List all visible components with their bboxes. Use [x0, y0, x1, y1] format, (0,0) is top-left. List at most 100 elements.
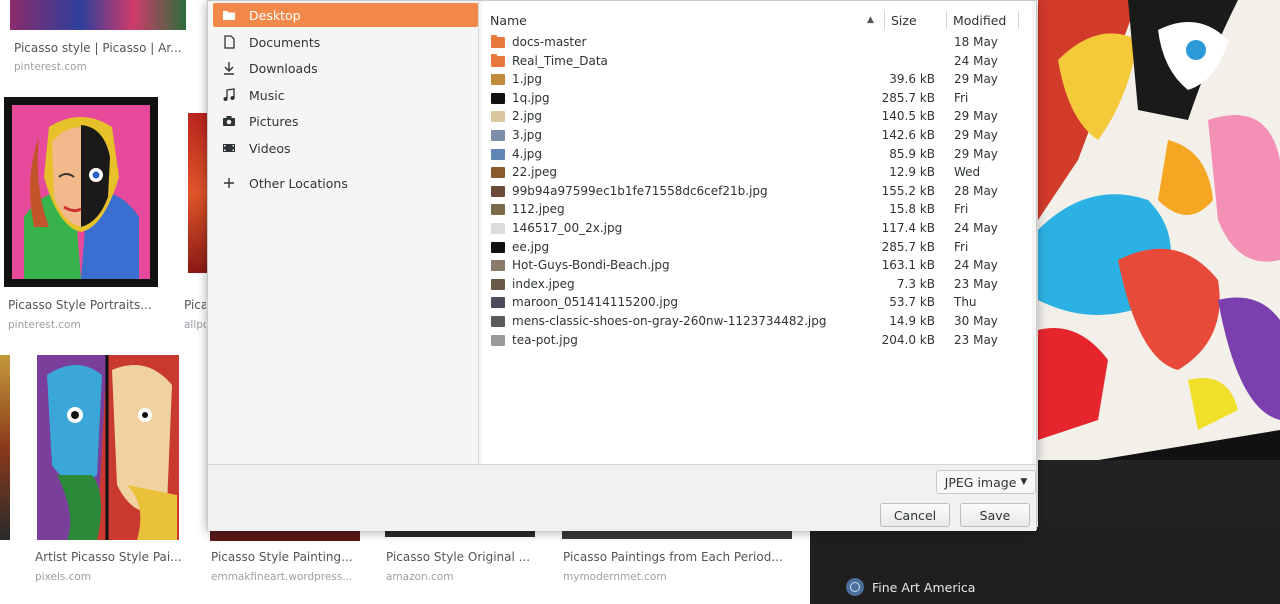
- file-name: tea-pot.jpg: [512, 332, 578, 347]
- file-row[interactable]: 1.jpg 39.6 kB 29 May: [482, 71, 1032, 89]
- sidebar-item-label: Desktop: [249, 7, 301, 23]
- result-caption-1[interactable]: Picasso style | Picasso | Ar...: [14, 41, 194, 55]
- sidebar-item-other-locations[interactable]: Other Locations: [213, 171, 478, 195]
- result-thumbnail-7[interactable]: [562, 531, 792, 539]
- result-source-5: emmakfineart.wordpress...: [211, 571, 353, 583]
- file-row[interactable]: docs-master 18 May: [482, 34, 1032, 52]
- file-row[interactable]: ee.jpg 285.7 kB Fri: [482, 239, 1032, 257]
- file-name: 4.jpg: [512, 146, 543, 161]
- column-header-size[interactable]: Size: [891, 9, 917, 31]
- file-name: ee.jpg: [512, 239, 550, 254]
- result-thumbnail-6[interactable]: [385, 531, 535, 537]
- image-file-icon: [491, 74, 505, 86]
- file-row[interactable]: Hot-Guys-Bondi-Beach.jpg 163.1 kB 24 May: [482, 257, 1032, 275]
- file-row[interactable]: 1q.jpg 285.7 kB Fri: [482, 90, 1032, 108]
- file-row[interactable]: 146517_00_2x.jpg 117.4 kB 24 May: [482, 220, 1032, 238]
- file-row[interactable]: 2.jpg 140.5 kB 29 May: [482, 108, 1032, 126]
- result-thumbnail-2[interactable]: [4, 97, 158, 287]
- chevron-down-icon: ▼: [1020, 477, 1028, 487]
- image-file-icon: [491, 260, 505, 272]
- cancel-button[interactable]: Cancel: [880, 503, 950, 527]
- save-file-dialog: Desktop Documents Downloads Music Pictur…: [207, 0, 1037, 531]
- file-row[interactable]: tea-pot.jpg 204.0 kB 23 May: [482, 332, 1032, 350]
- sidebar-item-pictures[interactable]: Pictures: [213, 109, 478, 133]
- image-file-icon: [491, 148, 505, 160]
- file-modified: 30 May: [954, 314, 998, 328]
- result-caption-4[interactable]: Artist Picasso Style Pai...: [35, 550, 185, 564]
- image-file-icon: [491, 130, 505, 141]
- result-caption-3[interactable]: Pica: [184, 298, 206, 312]
- result-caption-2[interactable]: Picasso Style Portraits...: [8, 298, 168, 312]
- column-divider[interactable]: [884, 11, 885, 29]
- image-file-icon: [491, 316, 505, 327]
- file-row[interactable]: 3.jpg 142.6 kB 29 May: [482, 127, 1032, 145]
- image-file-icon: [491, 111, 505, 123]
- column-divider[interactable]: [1018, 11, 1019, 29]
- column-header-modified[interactable]: Modified: [953, 9, 1006, 31]
- file-row[interactable]: 112.jpeg 15.8 kB Fri: [482, 201, 1032, 219]
- result-source-2: pinterest.com: [8, 319, 81, 331]
- column-name-label: Name: [490, 12, 527, 28]
- preview-source-link[interactable]: Fine Art America: [846, 578, 975, 596]
- preview-source-label: Fine Art America: [872, 579, 976, 595]
- music-icon: [221, 87, 237, 103]
- file-modified: Thu: [954, 295, 977, 310]
- image-file-icon: [491, 204, 505, 216]
- file-modified: Fri: [954, 239, 969, 254]
- sidebar-item-documents[interactable]: Documents: [213, 30, 478, 54]
- result-thumbnail-4[interactable]: [37, 355, 179, 540]
- sidebar-item-downloads[interactable]: Downloads: [213, 56, 478, 80]
- file-size: 14.9 kB: [889, 314, 935, 328]
- video-icon: [221, 140, 237, 156]
- sidebar-item-music[interactable]: Music: [213, 83, 478, 107]
- file-modified: 23 May: [954, 332, 998, 347]
- file-modified: Fri: [954, 90, 969, 105]
- sidebar-item-videos[interactable]: Videos: [213, 136, 478, 160]
- sidebar-item-label: Music: [249, 87, 285, 103]
- file-name: 3.jpg: [512, 128, 543, 142]
- result-thumbnail-3[interactable]: [188, 113, 208, 273]
- file-row[interactable]: index.jpeg 7.3 kB 23 May: [482, 276, 1032, 294]
- file-list[interactable]: Name ▲ Size Modified docs-master 18 May Re…: [482, 1, 1032, 464]
- file-row[interactable]: 4.jpg 85.9 kB 29 May: [482, 146, 1032, 164]
- save-button[interactable]: Save: [960, 503, 1030, 527]
- file-row[interactable]: mens-classic-shoes-on-gray-260nw-1123734…: [482, 313, 1032, 331]
- sort-ascending-icon[interactable]: ▲: [867, 9, 874, 31]
- file-size: 204.0 kB: [881, 332, 935, 347]
- sidebar-item-label: Other Locations: [249, 175, 348, 191]
- result-thumbnail-sliver: [0, 355, 10, 540]
- plus-icon: [221, 175, 237, 191]
- file-modified: 24 May: [954, 258, 998, 273]
- result-thumbnail-5[interactable]: [210, 531, 360, 541]
- sidebar-item-desktop[interactable]: Desktop: [213, 3, 478, 27]
- file-row[interactable]: 22.jpeg 12.9 kB Wed: [482, 164, 1032, 182]
- file-size: 163.1 kB: [881, 258, 935, 273]
- file-modified: 29 May: [954, 72, 998, 87]
- image-file-icon: [491, 297, 505, 309]
- result-source-7: mymodernmet.com: [563, 571, 667, 583]
- result-caption-6[interactable]: Picasso Style Original ...: [386, 550, 536, 564]
- image-file-icon: [491, 223, 505, 234]
- file-modified: 29 May: [954, 109, 998, 124]
- result-caption-5[interactable]: Picasso Style Painting...: [211, 550, 361, 564]
- folder-icon: [221, 7, 237, 23]
- file-size: 140.5 kB: [881, 109, 935, 124]
- file-row[interactable]: maroon_051414115200.jpg 53.7 kB Thu: [482, 294, 1032, 312]
- file-row[interactable]: Real_Time_Data 24 May: [482, 53, 1032, 71]
- column-header-name[interactable]: Name: [490, 9, 527, 31]
- file-type-filter[interactable]: JPEG image ▼: [936, 470, 1036, 494]
- file-name: mens-classic-shoes-on-gray-260nw-1123734…: [512, 314, 827, 328]
- column-modified-label: Modified: [953, 12, 1007, 28]
- column-divider[interactable]: [946, 11, 947, 29]
- file-modified: 18 May: [954, 35, 998, 49]
- file-row[interactable]: 99b94a97599ec1b1fe71558dc6cef21b.jpg 155.…: [482, 183, 1032, 201]
- result-thumbnail-1[interactable]: [10, 0, 186, 30]
- image-file-icon: [491, 278, 505, 290]
- result-caption-7[interactable]: Picasso Paintings from Each Period...: [563, 550, 793, 564]
- file-modified: 24 May: [954, 221, 998, 235]
- globe-icon: [846, 578, 864, 596]
- file-modified: Wed: [954, 165, 981, 180]
- file-modified: 28 May: [954, 183, 998, 198]
- document-icon: [221, 34, 237, 50]
- file-name: maroon_051414115200.jpg: [512, 295, 679, 310]
